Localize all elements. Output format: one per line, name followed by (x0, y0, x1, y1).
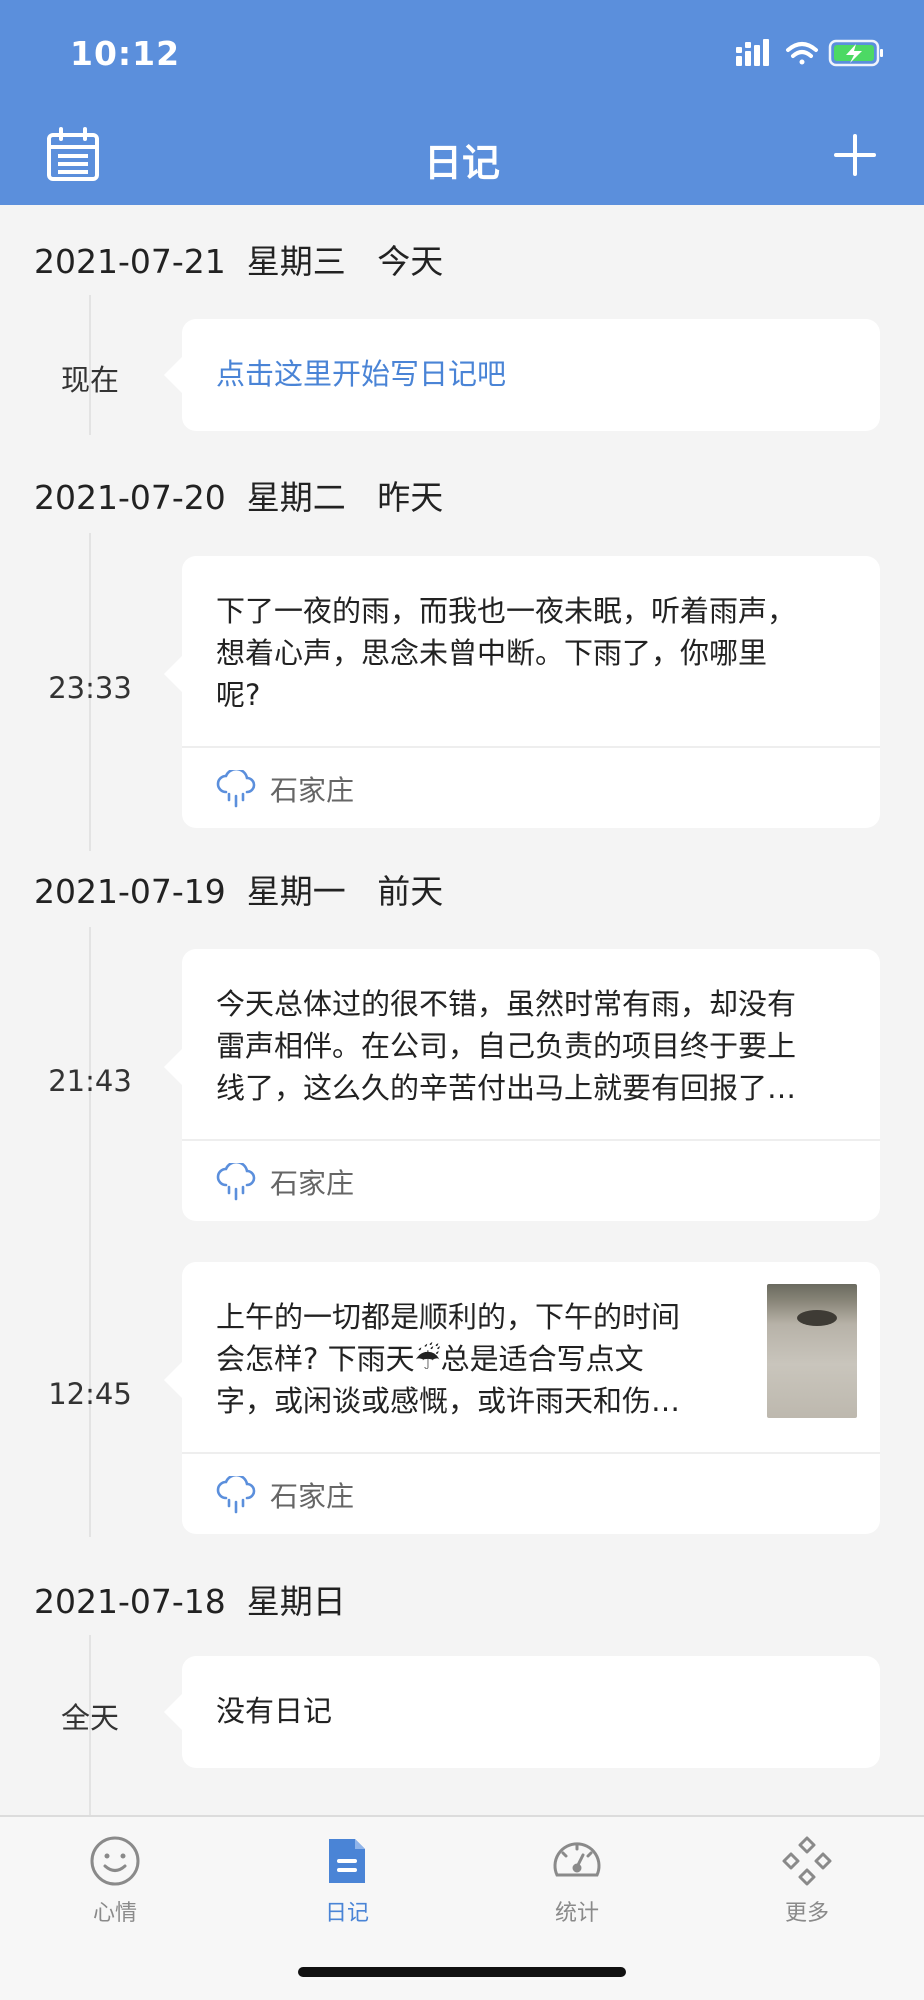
no-entry-text: 没有日记 (216, 1694, 333, 1728)
add-entry-button[interactable] (830, 130, 880, 180)
tab-label: 日记 (324, 1901, 369, 1926)
home-indicator (298, 1967, 626, 1977)
entry-excerpt: 今天总体过的很不错，虽然时常有雨，却没有 雷声相伴。在公司，自己负责的项目终于要… (216, 987, 797, 1105)
entry-time: 全天 (60, 1701, 119, 1735)
day-header: 2021-07-18 星期日 (34, 1582, 346, 1621)
status-icons (736, 38, 886, 68)
timeline-line (89, 927, 91, 1537)
diary-timeline[interactable]: 2021-07-21 星期三 今天 现在 点击这里开始写日记吧 2021-07-… (0, 205, 924, 1815)
plus-icon (834, 134, 876, 176)
entry-excerpt: 上午的一切都是顺利的，下午的时间 会怎样? 下雨天☔总是适合写点文 字，或闲谈或… (216, 1300, 681, 1418)
tab-more[interactable]: 更多 (732, 1835, 882, 1927)
tab-stats[interactable]: 统计 (502, 1835, 652, 1927)
tab-diary[interactable]: 日记 (272, 1835, 422, 1927)
entry-location: 石家庄 (216, 1475, 354, 1515)
document-icon (329, 1839, 365, 1883)
wifi-icon (786, 42, 818, 65)
rain-cloud-icon (216, 1476, 256, 1514)
tab-label: 更多 (784, 1901, 829, 1926)
entry-photo-thumbnail[interactable] (767, 1284, 857, 1418)
tab-label: 心情 (92, 1901, 137, 1926)
battery-charging-icon (828, 39, 883, 67)
page-title: 日记 (423, 141, 500, 185)
day-header: 2021-07-21 星期三 今天 (34, 242, 444, 281)
entry-time: 21:43 (48, 1064, 132, 1098)
signal-icon (736, 39, 769, 66)
card-divider (182, 1452, 880, 1454)
day-header: 2021-07-20 星期二 昨天 (34, 478, 444, 517)
entry-time: 现在 (60, 363, 119, 397)
tab-mood[interactable]: 心情 (40, 1835, 190, 1927)
no-entry-card[interactable]: 没有日记 (164, 1656, 880, 1768)
tab-label: 统计 (554, 1901, 599, 1926)
write-prompt-card[interactable]: 点击这里开始写日记吧 (164, 319, 880, 431)
smiley-icon (90, 1836, 140, 1886)
rain-cloud-icon (216, 770, 256, 808)
gauge-icon (553, 1842, 601, 1877)
write-prompt-link[interactable]: 点击这里开始写日记吧 (216, 353, 506, 395)
app-header: 10:12 日记 (0, 0, 924, 205)
rain-cloud-icon (216, 1163, 256, 1201)
day-header: 2021-07-19 星期一 前天 (34, 872, 444, 911)
entry-excerpt: 下了一夜的雨，而我也一夜未眠，听着雨声， 想着心声，思念未曾中断。下雨了，你哪里… (216, 594, 797, 712)
entry-location: 石家庄 (216, 1162, 354, 1202)
diamonds-grid-icon (782, 1836, 832, 1886)
entry-time: 12:45 (48, 1377, 132, 1411)
status-time: 10:12 (70, 34, 181, 73)
diary-entry-card[interactable]: 下了一夜的雨，而我也一夜未眠，听着雨声， 想着心声，思念未曾中断。下雨了，你哪里… (164, 556, 880, 828)
entry-time: 23:33 (48, 671, 132, 705)
diary-entry-card[interactable]: 今天总体过的很不错，虽然时常有雨，却没有 雷声相伴。在公司，自己负责的项目终于要… (164, 949, 880, 1221)
diary-entry-card[interactable]: 上午的一切都是顺利的，下午的时间 会怎样? 下雨天☔总是适合写点文 字，或闲谈或… (164, 1262, 880, 1534)
entry-location: 石家庄 (216, 769, 354, 809)
card-divider (182, 1139, 880, 1141)
card-divider (182, 746, 880, 748)
